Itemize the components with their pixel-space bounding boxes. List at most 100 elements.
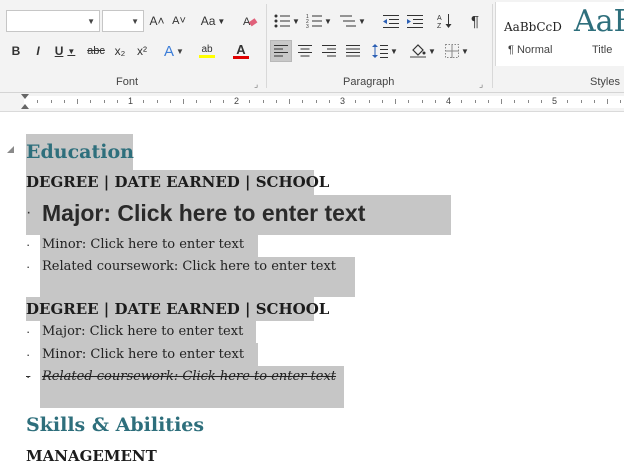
ruler-tick bbox=[541, 100, 542, 103]
ruler-tick bbox=[355, 100, 356, 103]
text-effects-button[interactable]: A ▼ bbox=[160, 40, 188, 62]
increase-indent-button[interactable] bbox=[404, 10, 426, 32]
paragraph-dialog-launcher-icon[interactable]: ⌟ bbox=[479, 79, 483, 90]
collapse-heading-icon[interactable] bbox=[7, 146, 14, 153]
font-dialog-launcher-icon[interactable]: ⌟ bbox=[254, 79, 258, 90]
borders-button[interactable]: ▼ bbox=[442, 40, 472, 62]
justify-button[interactable] bbox=[342, 40, 364, 62]
strikethrough-icon: abc bbox=[87, 45, 105, 57]
ruler-tick bbox=[528, 100, 529, 103]
ruler-tick bbox=[64, 100, 65, 103]
group-divider bbox=[492, 4, 493, 88]
ruler-number: 2 bbox=[234, 96, 240, 106]
numbering-button[interactable]: 123 ▼ bbox=[304, 10, 334, 32]
bullet-icon: · bbox=[26, 237, 31, 252]
align-right-button[interactable] bbox=[318, 40, 340, 62]
show-marks-button[interactable]: ¶ bbox=[464, 10, 486, 32]
highlight-button[interactable]: ab bbox=[192, 40, 222, 62]
heading-skills: Skills & Abilities bbox=[26, 414, 205, 436]
shrink-font-button[interactable]: A˅ bbox=[169, 10, 189, 32]
subscript-button[interactable]: x₂ bbox=[110, 40, 130, 62]
ruler-number: 3 bbox=[340, 96, 346, 106]
svg-text:A: A bbox=[437, 15, 442, 22]
italic-icon: I bbox=[36, 44, 40, 58]
change-case-button[interactable]: Aa ▼ bbox=[197, 10, 229, 32]
multilevel-list-button[interactable]: ▼ bbox=[338, 10, 368, 32]
ruler-tick bbox=[157, 100, 158, 103]
ruler-tick bbox=[143, 100, 144, 103]
left-indent-marker[interactable] bbox=[21, 94, 29, 99]
font-size-combo[interactable]: ▼ bbox=[102, 10, 144, 32]
ruler-tick bbox=[594, 100, 595, 103]
ruler-tick bbox=[183, 99, 184, 104]
hanging-indent-marker[interactable] bbox=[21, 104, 29, 109]
chevron-down-icon: ▼ bbox=[131, 17, 139, 26]
font-color-bar bbox=[233, 56, 249, 59]
style-title-label: Title bbox=[592, 44, 613, 56]
ruler-tick bbox=[316, 100, 317, 103]
ribbon: ▼ ▼ A˄ A˅ Aa ▼ A B I U ▼ abc x₂ x² A ▼ ab A… bbox=[0, 0, 624, 93]
entry2-major[interactable]: Major: Click here to enter text bbox=[42, 324, 243, 339]
eraser-icon: A bbox=[243, 16, 258, 28]
grow-font-button[interactable]: A˄ bbox=[147, 10, 167, 32]
bold-button[interactable]: B bbox=[6, 40, 26, 62]
style-title-preview: AaB bbox=[574, 4, 624, 39]
ruler-tick bbox=[567, 100, 568, 103]
font-group-label: Font bbox=[116, 76, 139, 88]
entry2-coursework[interactable]: Related coursework: Click here to enter … bbox=[42, 369, 336, 384]
superscript-button[interactable]: x² bbox=[132, 40, 152, 62]
ruler-tick bbox=[461, 100, 462, 103]
svg-text:3: 3 bbox=[306, 24, 309, 28]
ruler-number: 5 bbox=[552, 96, 558, 106]
style-normal-preview: AaBbCcD bbox=[504, 20, 562, 34]
ruler-tick bbox=[435, 100, 436, 103]
ruler-tick bbox=[607, 99, 608, 104]
ruler-number: 4 bbox=[446, 96, 452, 106]
font-color-button[interactable]: A bbox=[226, 40, 256, 62]
line-spacing-button[interactable]: ▼ bbox=[370, 40, 400, 62]
clear-formatting-button[interactable]: A bbox=[239, 10, 261, 32]
style-normal[interactable]: AaBbCcD ¶ Normal bbox=[498, 2, 566, 66]
entry1-minor[interactable]: Minor: Click here to enter text bbox=[42, 237, 244, 252]
ruler-tick bbox=[369, 100, 370, 103]
sort-button[interactable]: AZ bbox=[434, 10, 456, 32]
style-title[interactable]: AaB Title bbox=[568, 2, 624, 66]
ruler-tick bbox=[408, 100, 409, 103]
italic-button[interactable]: I bbox=[28, 40, 48, 62]
grow-font-icon: A˄ bbox=[149, 14, 165, 28]
line-spacing-icon bbox=[372, 44, 389, 58]
bullet-icon: · bbox=[26, 324, 31, 339]
justify-icon bbox=[346, 45, 360, 57]
heading-education: Education bbox=[26, 141, 134, 163]
decrease-indent-icon bbox=[383, 15, 399, 28]
document-page[interactable]: Education DEGREE | DATE EARNED | SCHOOL … bbox=[0, 112, 624, 468]
svg-text:Z: Z bbox=[437, 23, 442, 29]
decrease-indent-button[interactable] bbox=[380, 10, 402, 32]
entry1-major[interactable]: Major: Click here to enter text bbox=[42, 200, 365, 227]
align-left-icon bbox=[274, 45, 288, 57]
change-case-icon: Aa bbox=[200, 14, 216, 28]
bullets-button[interactable]: ▼ bbox=[272, 10, 302, 32]
align-right-icon bbox=[322, 45, 336, 57]
entry1-coursework[interactable]: Related coursework: Click here to enter … bbox=[42, 259, 336, 274]
align-left-button[interactable] bbox=[270, 40, 292, 62]
underline-button[interactable]: U ▼ bbox=[50, 40, 80, 62]
subheading-management: MANAGEMENT bbox=[26, 447, 157, 465]
multilevel-list-icon bbox=[340, 15, 357, 27]
strikethrough-button[interactable]: abc bbox=[84, 40, 108, 62]
entry2-minor[interactable]: Minor: Click here to enter text bbox=[42, 347, 244, 362]
bullet-icon: · bbox=[26, 369, 31, 384]
font-name-combo[interactable]: ▼ bbox=[6, 10, 100, 32]
borders-icon bbox=[445, 44, 460, 58]
align-center-icon bbox=[298, 45, 312, 57]
horizontal-ruler[interactable]: 1 2 3 4 5 bbox=[0, 93, 624, 112]
shading-button[interactable]: ▼ bbox=[408, 40, 438, 62]
ruler-tick bbox=[475, 100, 476, 103]
ruler-number: 1 bbox=[128, 96, 134, 106]
ruler-tick bbox=[223, 100, 224, 103]
ruler-tick bbox=[276, 100, 277, 103]
ruler-tick bbox=[263, 100, 264, 103]
align-center-button[interactable] bbox=[294, 40, 316, 62]
ruler-tick bbox=[117, 100, 118, 103]
chevron-down-icon: ▼ bbox=[87, 17, 95, 26]
